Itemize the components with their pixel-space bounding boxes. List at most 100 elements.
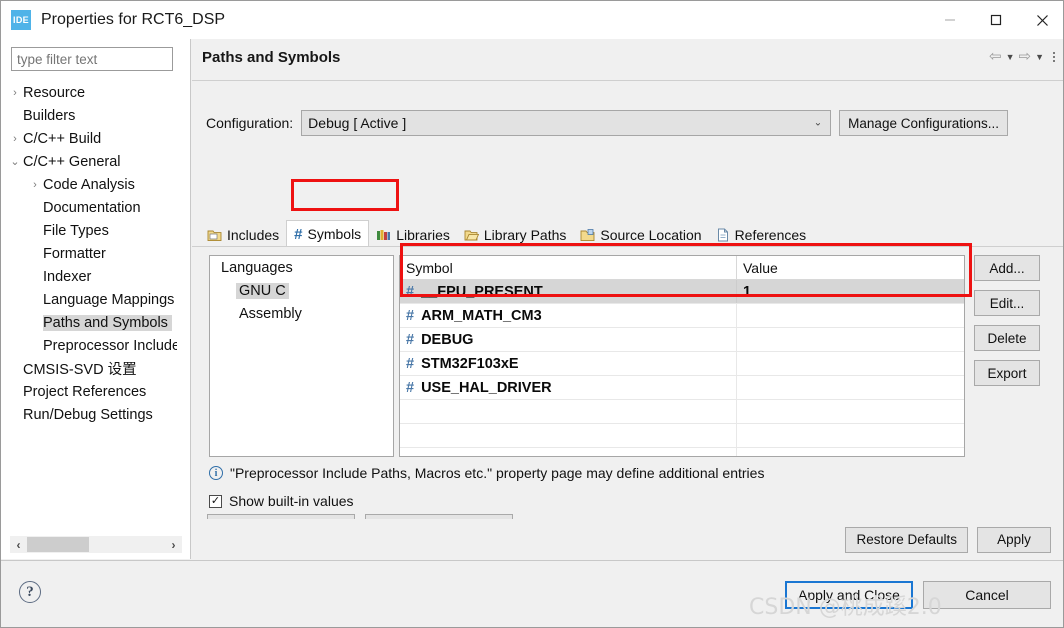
table-row[interactable]: # USE_HAL_DRIVER xyxy=(400,376,964,400)
sidebar-item-code-analysis[interactable]: › Code Analysis xyxy=(1,173,177,196)
sidebar-item-resource[interactable]: › Resource xyxy=(1,81,177,104)
languages-list[interactable]: Languages GNU C Assembly xyxy=(209,255,394,457)
table-row[interactable]: # ARM_MATH_CM3 xyxy=(400,304,964,328)
sidebar-item-label: Paths and Symbols xyxy=(43,314,172,331)
forward-arrow-icon[interactable]: ⇨ xyxy=(1018,49,1033,64)
table-row-empty xyxy=(400,400,964,424)
hash-icon: # xyxy=(294,225,303,243)
help-icon[interactable]: ? xyxy=(19,581,41,603)
scroll-left-icon[interactable]: ‹ xyxy=(10,536,27,553)
scrollbar-thumb[interactable] xyxy=(27,537,89,552)
tree-horizontal-scrollbar[interactable]: ‹ › xyxy=(10,536,182,553)
restore-defaults-button[interactable]: Restore Defaults xyxy=(845,526,968,553)
apply-and-close-button[interactable]: Apply and Close xyxy=(785,581,913,609)
scrollbar-track[interactable] xyxy=(89,537,165,552)
symbol-name: DEBUG xyxy=(421,331,474,348)
cell-symbol: # __FPU_PRESENT xyxy=(400,280,737,303)
chevron-down-icon[interactable]: ⌄ xyxy=(7,155,23,168)
apply-bar: Restore Defaults Apply xyxy=(192,519,1063,560)
sidebar-item-paths-and-symbols[interactable]: Paths and Symbols xyxy=(1,311,177,334)
sidebar-item-cmsis-svd[interactable]: CMSIS-SVD 设置 xyxy=(1,357,177,380)
title-bar: IDE Properties for RCT6_DSP xyxy=(1,1,1063,39)
symbols-table[interactable]: Symbol Value # __FPU_PRESENT 1 # ARM_MATH_CM… xyxy=(399,255,965,457)
apply-button[interactable]: Apply xyxy=(977,526,1051,553)
add-button[interactable]: Add... xyxy=(974,255,1040,281)
back-arrow-icon[interactable]: ⇦ xyxy=(988,49,1003,64)
table-row[interactable]: # DEBUG xyxy=(400,328,964,352)
info-note: i "Preprocessor Include Paths, Macros et… xyxy=(209,465,764,481)
export-button[interactable]: Export xyxy=(974,360,1040,386)
scroll-right-icon[interactable]: › xyxy=(165,536,182,553)
column-header-value[interactable]: Value xyxy=(737,256,964,279)
sidebar-item-run-debug-settings[interactable]: Run/Debug Settings xyxy=(1,403,177,426)
show-builtin-values-checkbox[interactable]: ✓ Show built-in values xyxy=(209,493,354,509)
settings-tree: › Resource Builders › C/C++ Build ⌄ C/C++ Gene… xyxy=(1,81,191,536)
tab-label: Source Location xyxy=(600,226,702,243)
cell-symbol: # USE_HAL_DRIVER xyxy=(400,376,737,399)
edit-button[interactable]: Edit... xyxy=(974,290,1040,316)
cell-symbol: # ARM_MATH_CM3 xyxy=(400,304,737,327)
filter-input[interactable] xyxy=(11,47,173,71)
sidebar-item-c-c-build[interactable]: › C/C++ Build xyxy=(1,127,177,150)
table-row[interactable]: # STM32F103xE xyxy=(400,352,964,376)
window-title: Properties for RCT6_DSP xyxy=(41,11,226,28)
delete-button[interactable]: Delete xyxy=(974,325,1040,351)
tab-libraries[interactable]: Libraries xyxy=(369,222,457,247)
language-item-gnu-c[interactable]: GNU C xyxy=(210,279,393,302)
sidebar-item-file-types[interactable]: File Types xyxy=(1,219,177,242)
folder-open-icon xyxy=(464,228,479,242)
sidebar-item-language-mappings[interactable]: Language Mappings xyxy=(1,288,177,311)
language-item-assembly[interactable]: Assembly xyxy=(210,302,393,325)
symbol-actions: Add... Edit... Delete Export xyxy=(974,255,1040,386)
sidebar-item-label: Code Analysis xyxy=(43,176,135,193)
sidebar-item-project-references[interactable]: Project References xyxy=(1,380,177,403)
sidebar-item-documentation[interactable]: Documentation xyxy=(1,196,177,219)
sidebar-item-formatter[interactable]: Formatter xyxy=(1,242,177,265)
language-label: Assembly xyxy=(239,305,302,322)
cell-value xyxy=(737,304,964,327)
cell-symbol: # STM32F103xE xyxy=(400,352,737,375)
page-nav: ⇦ ▼ ⇨ ▼ xyxy=(988,49,1057,64)
tab-references[interactable]: References xyxy=(709,222,814,247)
back-dropdown-icon[interactable]: ▼ xyxy=(1006,52,1015,62)
sidebar-item-indexer[interactable]: Indexer xyxy=(1,265,177,288)
table-header-row: Symbol Value xyxy=(400,256,964,280)
tab-symbols[interactable]: # Symbols xyxy=(286,220,370,247)
checkbox-icon[interactable]: ✓ xyxy=(209,494,222,508)
hash-icon: # xyxy=(406,307,415,324)
cell-symbol-empty xyxy=(400,424,737,447)
tab-includes[interactable]: Includes xyxy=(200,222,286,247)
dialog-footer: ? Apply and Close Cancel xyxy=(1,561,1063,627)
sidebar-item-builders[interactable]: Builders xyxy=(1,104,177,127)
configuration-select[interactable]: Debug [ Active ] ⌄ xyxy=(301,110,832,136)
cancel-button[interactable]: Cancel xyxy=(923,581,1051,609)
sidebar-item-label: Project References xyxy=(23,383,147,400)
languages-header: Languages xyxy=(210,256,393,279)
column-header-symbol[interactable]: Symbol xyxy=(400,256,737,279)
sidebar-item-label: Builders xyxy=(23,107,76,124)
close-icon[interactable] xyxy=(1019,1,1063,39)
maximize-icon[interactable] xyxy=(973,1,1019,39)
view-menu-icon[interactable] xyxy=(1053,51,1055,62)
sidebar-item-c-c-general[interactable]: ⌄ C/C++ General xyxy=(1,150,177,173)
info-icon: i xyxy=(209,466,223,480)
symbol-name: ARM_MATH_CM3 xyxy=(421,307,542,324)
tab-source-location[interactable]: Source Location xyxy=(573,222,708,247)
chevron-right-icon[interactable]: › xyxy=(27,179,43,191)
hash-icon: # xyxy=(406,283,415,300)
configuration-value: Debug [ Active ] xyxy=(308,115,407,131)
includes-folder-icon xyxy=(207,228,222,242)
cell-symbol: # DEBUG xyxy=(400,328,737,351)
chevron-right-icon[interactable]: › xyxy=(7,133,23,145)
table-row[interactable]: # __FPU_PRESENT 1 xyxy=(400,280,964,304)
forward-dropdown-icon[interactable]: ▼ xyxy=(1035,52,1044,62)
tab-library-paths[interactable]: Library Paths xyxy=(457,222,573,247)
chevron-right-icon[interactable]: › xyxy=(7,87,23,99)
show-builtin-values-label: Show built-in values xyxy=(229,493,354,509)
manage-configurations-button[interactable]: Manage Configurations... xyxy=(839,110,1009,136)
minimize-icon[interactable] xyxy=(927,1,973,39)
cell-value: 1 xyxy=(743,283,752,300)
page-title: Paths and Symbols xyxy=(202,49,341,66)
sidebar-item-preprocessor-include[interactable]: Preprocessor Include xyxy=(1,334,177,357)
tab-label: Includes xyxy=(227,226,280,243)
